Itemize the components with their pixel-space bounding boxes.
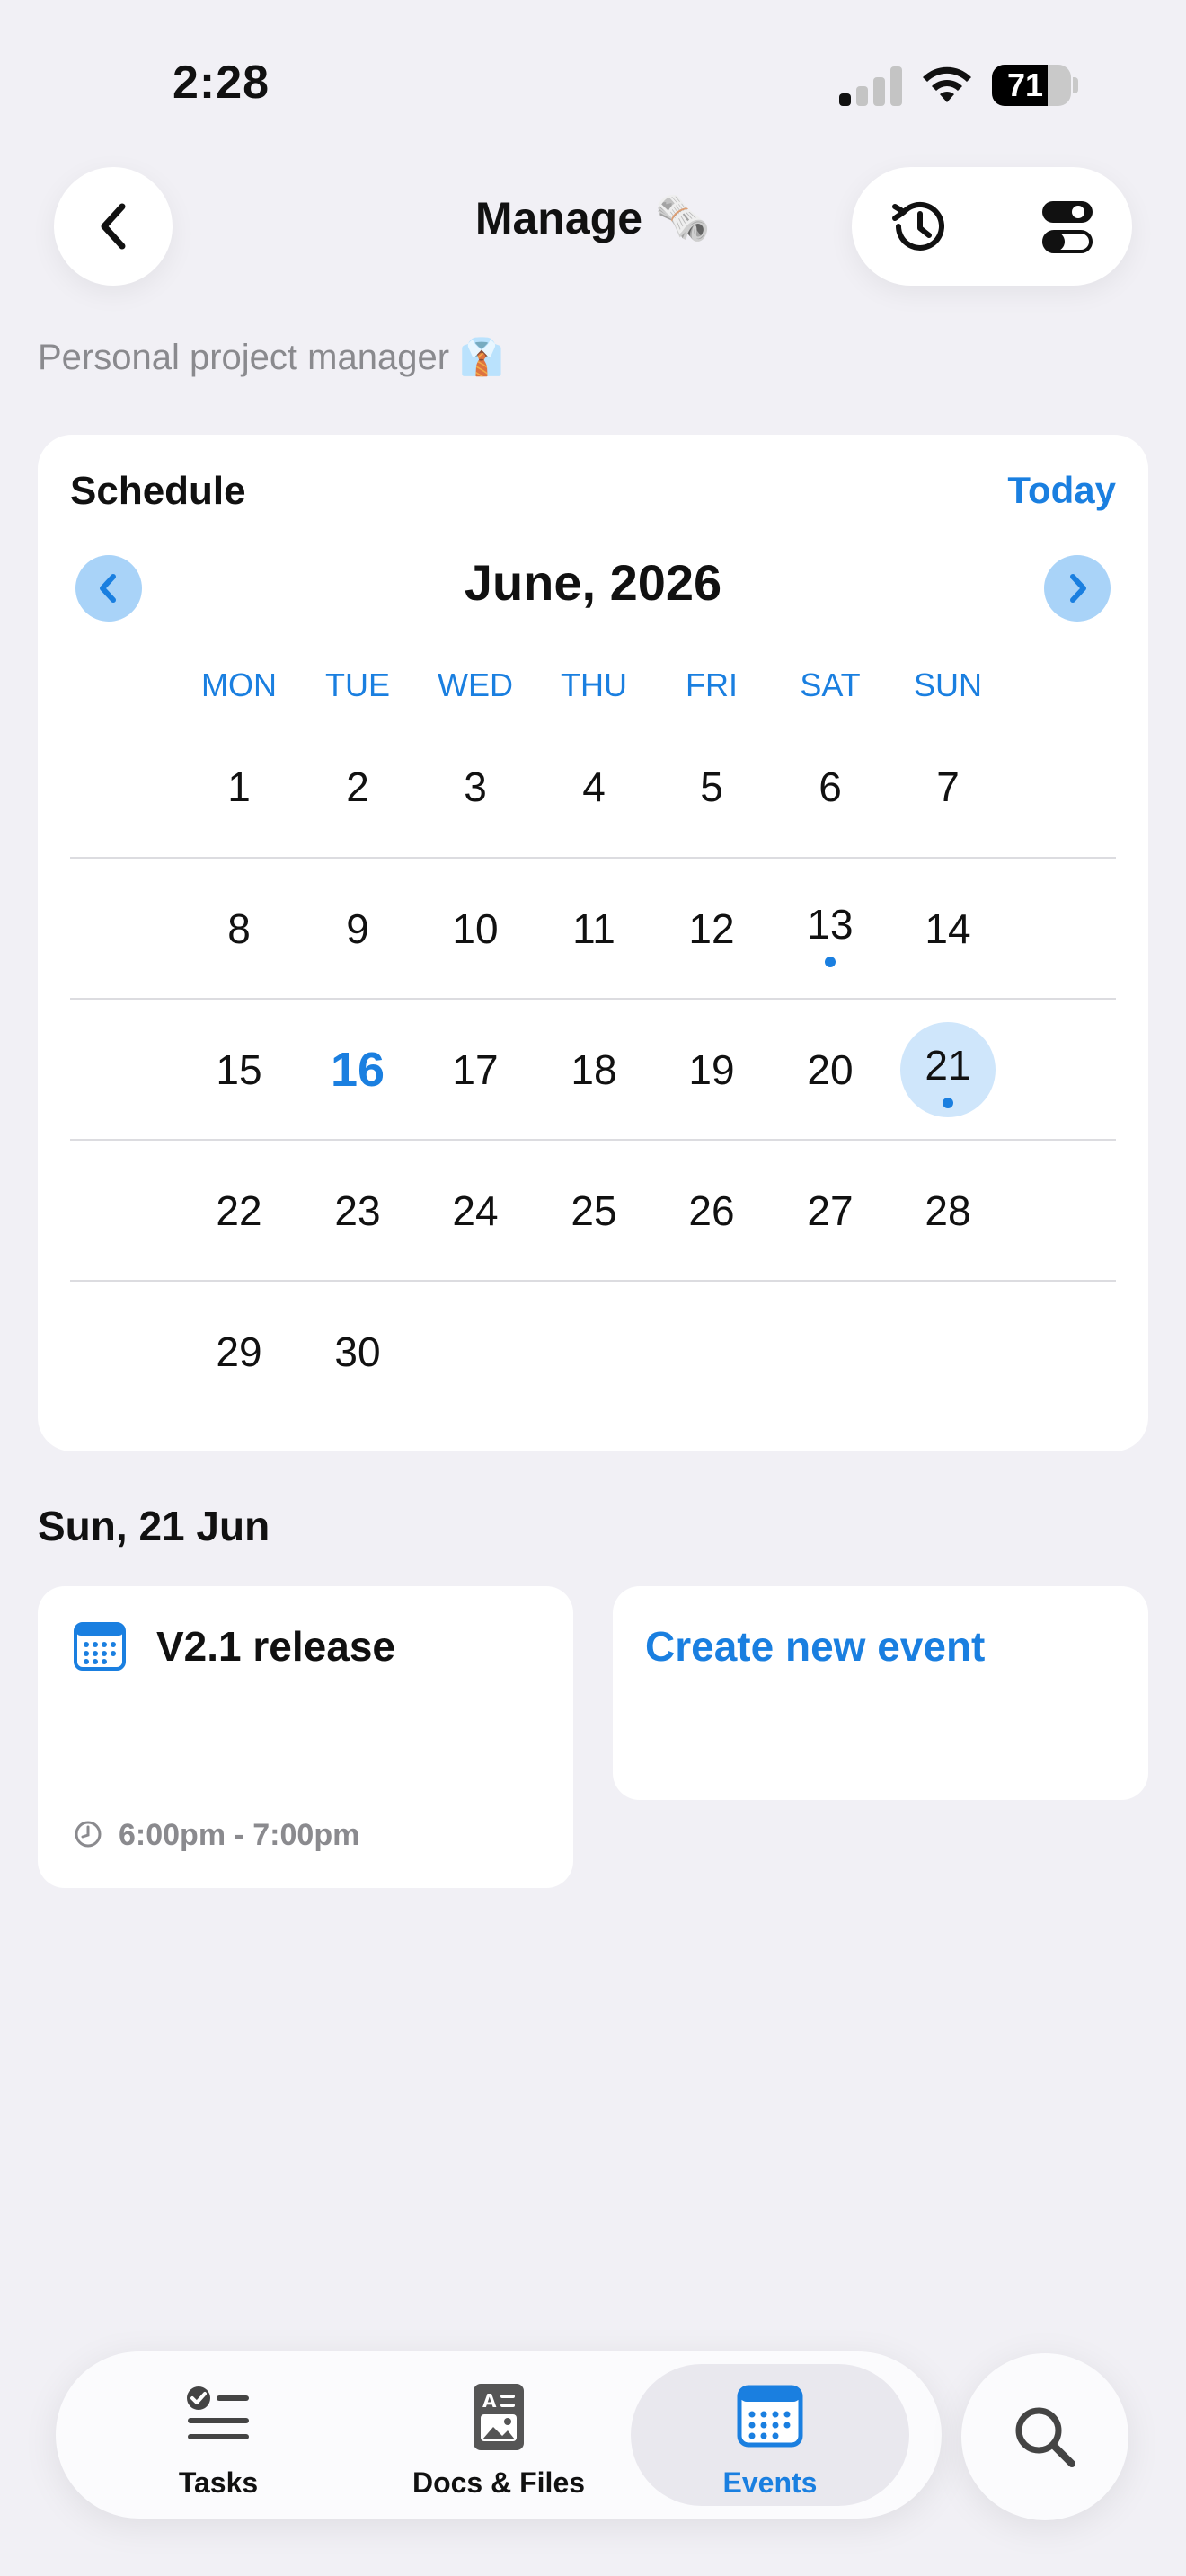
calendar-week-row: 1234567 <box>70 717 1116 857</box>
history-icon <box>892 201 944 251</box>
weekday-mon: MON <box>201 666 277 703</box>
calendar-day[interactable]: 10 <box>428 881 523 976</box>
settings-toggle-button[interactable] <box>1013 185 1121 268</box>
event-card[interactable]: V2.1 release 6:00pm - 7:00pm <box>38 1586 573 1888</box>
tasks-icon <box>187 2386 249 2439</box>
month-label: June, 2026 <box>464 554 722 611</box>
tab-label: Events <box>722 2466 818 2499</box>
back-button[interactable] <box>54 167 173 286</box>
tab-events[interactable]: Events <box>631 2364 909 2506</box>
event-title: V2.1 release <box>156 1623 396 1670</box>
chevron-left-icon <box>101 203 126 250</box>
calendar-day[interactable]: 12 <box>664 881 759 976</box>
calendar-week-row: 8 9 10 11 12 13 14 <box>70 857 1116 999</box>
header-actions <box>852 167 1132 286</box>
create-event-label: Create new event <box>645 1623 986 1670</box>
schedule-card: Schedule Today June, 2026 MON TUE WED THU FR… <box>38 435 1148 1451</box>
svg-text:A: A <box>482 2390 497 2412</box>
tab-docs-files[interactable]: A Docs & Files <box>359 2364 638 2506</box>
calendar-day[interactable]: 8 <box>191 881 287 976</box>
weekday-header: MON TUE WED THU FRI SAT SUN <box>199 666 1026 711</box>
calendar-day[interactable]: 4 <box>546 739 642 834</box>
battery-icon: 71 <box>992 65 1078 106</box>
tab-tasks[interactable]: Tasks <box>79 2364 358 2506</box>
calendar-week-row: 22 23 24 25 26 27 28 <box>70 1139 1116 1281</box>
calendar-day[interactable]: 6 <box>783 739 878 834</box>
schedule-title: Schedule <box>70 469 246 513</box>
selected-date-heading: Sun, 21 Jun <box>38 1503 270 1549</box>
page-subtitle: Personal project manager 👔 <box>38 338 504 377</box>
calendar-day[interactable]: 28 <box>900 1163 996 1258</box>
tab-label: Docs & Files <box>412 2466 586 2499</box>
search-button[interactable] <box>961 2353 1128 2520</box>
calendar-day[interactable]: 11 <box>546 881 642 976</box>
calendar-day[interactable]: 14 <box>900 881 996 976</box>
weekday-sat: SAT <box>800 666 861 703</box>
calendar-day[interactable]: 16 <box>310 1022 405 1117</box>
calendar-day[interactable]: 13 <box>783 881 878 976</box>
create-event-button[interactable]: Create new event <box>613 1586 1148 1800</box>
weekday-wed: WED <box>438 666 513 703</box>
previous-month-button[interactable] <box>75 555 142 622</box>
calendar-day[interactable]: 18 <box>546 1022 642 1117</box>
search-icon <box>1015 2407 1075 2467</box>
calendar-day[interactable]: 21 <box>900 1022 996 1117</box>
weekday-thu: THU <box>561 666 627 703</box>
calendar-day[interactable]: 20 <box>783 1022 878 1117</box>
today-button[interactable]: Today <box>1007 469 1116 512</box>
chevron-right-icon <box>1070 574 1086 603</box>
calendar-week-row: 29 30 <box>70 1280 1116 1422</box>
calendar-day[interactable]: 9 <box>310 881 405 976</box>
calendar-day[interactable]: 15 <box>191 1022 287 1117</box>
calendar-day[interactable]: 30 <box>310 1304 405 1399</box>
calendar-day[interactable]: 17 <box>428 1022 523 1117</box>
calendar-day[interactable]: 19 <box>664 1022 759 1117</box>
calendar-day[interactable]: 2 <box>310 739 405 834</box>
history-button[interactable] <box>877 185 960 268</box>
tab-bar: Tasks A Docs & Files Events <box>56 2351 942 2519</box>
event-time: 6:00pm - 7:00pm <box>119 1818 360 1852</box>
calendar-day[interactable]: 7 <box>900 739 996 834</box>
weekday-fri: FRI <box>686 666 738 703</box>
next-month-button[interactable] <box>1044 555 1111 622</box>
weekday-sun: SUN <box>913 666 982 703</box>
docs-icon: A <box>474 2384 524 2450</box>
calendar-day[interactable]: 5 <box>664 739 759 834</box>
calendar-day[interactable]: 23 <box>310 1163 405 1258</box>
page-title: Manage 🗞️ <box>474 193 712 243</box>
chevron-left-icon <box>100 574 116 603</box>
calendar-week-row: 15 16 17 18 19 20 21 <box>70 998 1116 1140</box>
battery-percentage: 71 <box>1006 66 1044 103</box>
calendar-day[interactable]: 29 <box>191 1304 287 1399</box>
calendar-day[interactable]: 26 <box>664 1163 759 1258</box>
clock-icon <box>75 1821 102 1848</box>
calendar-day[interactable]: 27 <box>783 1163 878 1258</box>
wifi-icon <box>923 66 971 102</box>
calendar-day[interactable]: 24 <box>428 1163 523 1258</box>
tab-label: Tasks <box>178 2466 259 2499</box>
status-time: 2:28 <box>173 57 270 109</box>
weekday-tue: TUE <box>325 666 390 703</box>
event-indicator-dot <box>825 957 836 967</box>
calendar-day[interactable]: 25 <box>546 1163 642 1258</box>
calendar-icon <box>737 2385 803 2448</box>
cellular-signal-icon <box>839 66 904 106</box>
event-indicator-dot <box>943 1098 953 1108</box>
calendar-day[interactable]: 1 <box>191 739 287 834</box>
calendar-icon <box>74 1622 126 1671</box>
toggles-icon <box>1042 201 1093 253</box>
calendar-day[interactable]: 3 <box>428 739 523 834</box>
calendar-day[interactable]: 22 <box>191 1163 287 1258</box>
